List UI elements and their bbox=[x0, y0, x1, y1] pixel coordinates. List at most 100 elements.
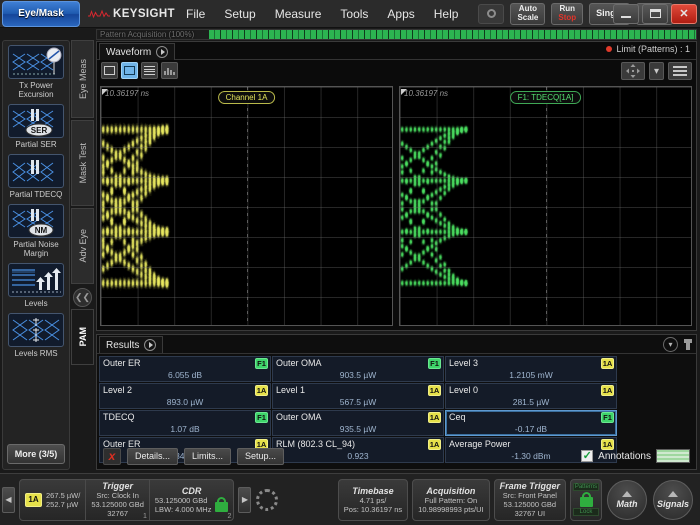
sidebar-label-partial-ser: Partial SER bbox=[4, 140, 68, 149]
eye-mask-app-button[interactable]: Eye/Mask bbox=[2, 1, 80, 27]
screenshot-camera-button[interactable] bbox=[478, 4, 504, 24]
vertical-tab-rail: Eye Meas Mask Test Adv Eye ❮❮ PAM bbox=[71, 40, 94, 470]
levels-icon bbox=[8, 263, 64, 297]
stop-label: Stop bbox=[558, 14, 576, 23]
signals-knob-button[interactable]: Signals bbox=[653, 480, 693, 520]
histogram-view-button[interactable] bbox=[161, 62, 178, 79]
menu-item-tools[interactable]: Tools bbox=[332, 4, 376, 24]
measurement-tile[interactable]: TDECQ1.07 dBF1 bbox=[99, 410, 271, 436]
limits-button[interactable]: Limits... bbox=[184, 448, 231, 465]
x-icon[interactable]: x bbox=[103, 448, 121, 465]
details-button[interactable]: Details... bbox=[127, 448, 178, 465]
results-header-controls: ▾ bbox=[663, 337, 690, 352]
waveform-toolbar: ▾ bbox=[97, 60, 696, 82]
sidebar-more-button[interactable]: More (3/5) bbox=[7, 444, 65, 464]
play-icon[interactable] bbox=[144, 339, 156, 351]
status-prev-button[interactable]: ◀ bbox=[2, 487, 15, 513]
sidebar-item-tx-power-excursion[interactable]: Tx Power Excursion bbox=[4, 45, 68, 103]
frame-trigger-status[interactable]: Frame Trigger Src: Front Panel 53.125000… bbox=[495, 480, 565, 520]
timebase-status[interactable]: Timebase 4.71 ps/ Pos: 10.36197 ns bbox=[339, 480, 407, 520]
minimize-button[interactable] bbox=[613, 4, 639, 24]
math-knob-label: Math bbox=[617, 499, 638, 509]
dual-grid-view-button[interactable] bbox=[121, 62, 138, 79]
frame-trigger-line3: 32767 UI bbox=[515, 509, 545, 518]
waveform-grid-channel-1a[interactable]: 10.36197 ns Channel 1A bbox=[100, 86, 393, 326]
sidebar-item-levels-rms[interactable]: Levels RMS bbox=[4, 313, 68, 362]
waveform-grid-f1-tdecq[interactable]: 10.36197 ns F1: TDECQ[1A] bbox=[399, 86, 692, 326]
vtab-adv-eye[interactable]: Adv Eye bbox=[71, 208, 94, 284]
chevron-left-icon[interactable]: ❮❮ bbox=[73, 288, 92, 307]
maximize-icon bbox=[650, 9, 661, 18]
annotations-control: ✓ Annotations bbox=[581, 449, 696, 463]
measurement-source-chip: 1A bbox=[601, 358, 614, 369]
pin-icon[interactable] bbox=[686, 339, 690, 350]
maximize-button[interactable] bbox=[642, 4, 668, 24]
tx-power-excursion-icon bbox=[8, 45, 64, 79]
measurement-source-chip: 1A bbox=[601, 385, 614, 396]
play-icon[interactable] bbox=[156, 46, 168, 58]
measurement-tile[interactable]: Outer ER6.055 dBF1 bbox=[99, 356, 271, 382]
menu-item-apps[interactable]: Apps bbox=[379, 4, 422, 24]
measurement-name: Outer ER bbox=[103, 358, 141, 368]
measurement-tile[interactable]: Level 0281.5 µW1A bbox=[445, 383, 617, 409]
vtab-pam[interactable]: PAM bbox=[71, 309, 94, 365]
measurement-tile[interactable]: Outer OMA903.5 µWF1 bbox=[272, 356, 444, 382]
annotations-label: Annotations bbox=[598, 451, 651, 462]
measurement-source-chip: F1 bbox=[255, 358, 268, 369]
setup-button[interactable]: Setup... bbox=[237, 448, 284, 465]
measurement-tile[interactable]: Ceq-0.17 dBF1 bbox=[445, 410, 617, 436]
auto-scale-button[interactable]: Auto Scale bbox=[510, 3, 545, 25]
run-stop-button[interactable]: Run Stop bbox=[551, 3, 583, 25]
timebase-line2: Pos: 10.36197 ns bbox=[344, 505, 402, 514]
measurement-value: 935.5 µW bbox=[273, 424, 443, 434]
menu-item-file[interactable]: File bbox=[178, 4, 213, 24]
trigger-line2: 53.125000 GBd bbox=[91, 500, 144, 509]
measurement-name: Level 1 bbox=[276, 385, 305, 395]
waveform-tab-bar: Waveform Limit (Patterns) : 1 bbox=[97, 42, 696, 60]
tab-waveform[interactable]: Waveform bbox=[99, 43, 175, 60]
trigger-corner-number: 1 bbox=[143, 513, 147, 520]
source-badge-channel-1a[interactable]: Channel 1A bbox=[218, 91, 276, 104]
measurement-source-chip: 1A bbox=[255, 385, 268, 396]
measurement-source-chip: F1 bbox=[601, 412, 614, 423]
sidebar-item-levels[interactable]: Levels bbox=[4, 263, 68, 312]
measurement-tile[interactable]: Level 1567.5 µW1A bbox=[272, 383, 444, 409]
status-next-button[interactable]: ▶ bbox=[238, 487, 251, 513]
annotations-checkbox[interactable]: ✓ bbox=[581, 450, 593, 462]
sidebar-item-partial-ser[interactable]: SER Partial SER bbox=[4, 104, 68, 153]
partial-ser-icon: SER bbox=[8, 104, 64, 138]
vtab-eye-meas[interactable]: Eye Meas bbox=[71, 40, 94, 118]
measurement-tile[interactable]: Level 2893.0 µW1A bbox=[99, 383, 271, 409]
menu-item-measure[interactable]: Measure bbox=[267, 4, 330, 24]
hamburger-menu-icon[interactable] bbox=[668, 62, 692, 80]
acquisition-status[interactable]: Acquisition Full Pattern: On 10.98998993… bbox=[413, 480, 488, 520]
sidebar-item-partial-noise-margin[interactable]: NM Partial Noise Margin bbox=[4, 204, 68, 262]
cdr-title: CDR bbox=[182, 486, 202, 496]
menu-item-help[interactable]: Help bbox=[426, 4, 467, 24]
chevron-down-icon[interactable]: ▾ bbox=[663, 337, 678, 352]
gear-icon[interactable] bbox=[256, 489, 278, 511]
results-tab-bar: Results ▾ bbox=[97, 335, 696, 354]
trigger-status[interactable]: Trigger Src: Clock In 53.125000 GBd 3276… bbox=[86, 480, 150, 520]
close-button[interactable]: ✕ bbox=[671, 4, 697, 24]
stacked-grid-view-button[interactable] bbox=[141, 62, 158, 79]
cdr-status[interactable]: CDR 53.125000 GBd LBW: 4.000 MHz 2 bbox=[150, 480, 234, 520]
math-knob-button[interactable]: Math bbox=[607, 480, 647, 520]
annotations-color-swatch[interactable] bbox=[656, 449, 690, 463]
channel-1a-status[interactable]: 1A 267.5 µW/ 252.7 µW bbox=[20, 480, 86, 520]
status-bar: ◀ 1A 267.5 µW/ 252.7 µW Trigger Src: Clo… bbox=[0, 473, 700, 525]
measurement-tile[interactable]: Level 31.2105 mW1A bbox=[445, 356, 617, 382]
chevron-down-icon[interactable]: ▾ bbox=[649, 62, 664, 80]
tab-results[interactable]: Results bbox=[99, 336, 163, 353]
vtab-label-pam: PAM bbox=[78, 327, 88, 346]
pattern-lock-indicator[interactable]: Patterns Lock bbox=[570, 479, 602, 521]
measurement-tile[interactable]: Outer OMA935.5 µW1A bbox=[272, 410, 444, 436]
move-icon[interactable] bbox=[621, 62, 645, 80]
sidebar-item-partial-tdecq[interactable]: Partial TDECQ bbox=[4, 154, 68, 203]
menu-item-setup[interactable]: Setup bbox=[216, 4, 263, 24]
vtab-label-eye-meas: Eye Meas bbox=[78, 59, 88, 99]
single-grid-view-button[interactable] bbox=[101, 62, 118, 79]
measurement-source-chip: F1 bbox=[428, 358, 441, 369]
vtab-mask-test[interactable]: Mask Test bbox=[71, 120, 94, 206]
source-badge-f1-tdecq[interactable]: F1: TDECQ[1A] bbox=[510, 91, 582, 104]
